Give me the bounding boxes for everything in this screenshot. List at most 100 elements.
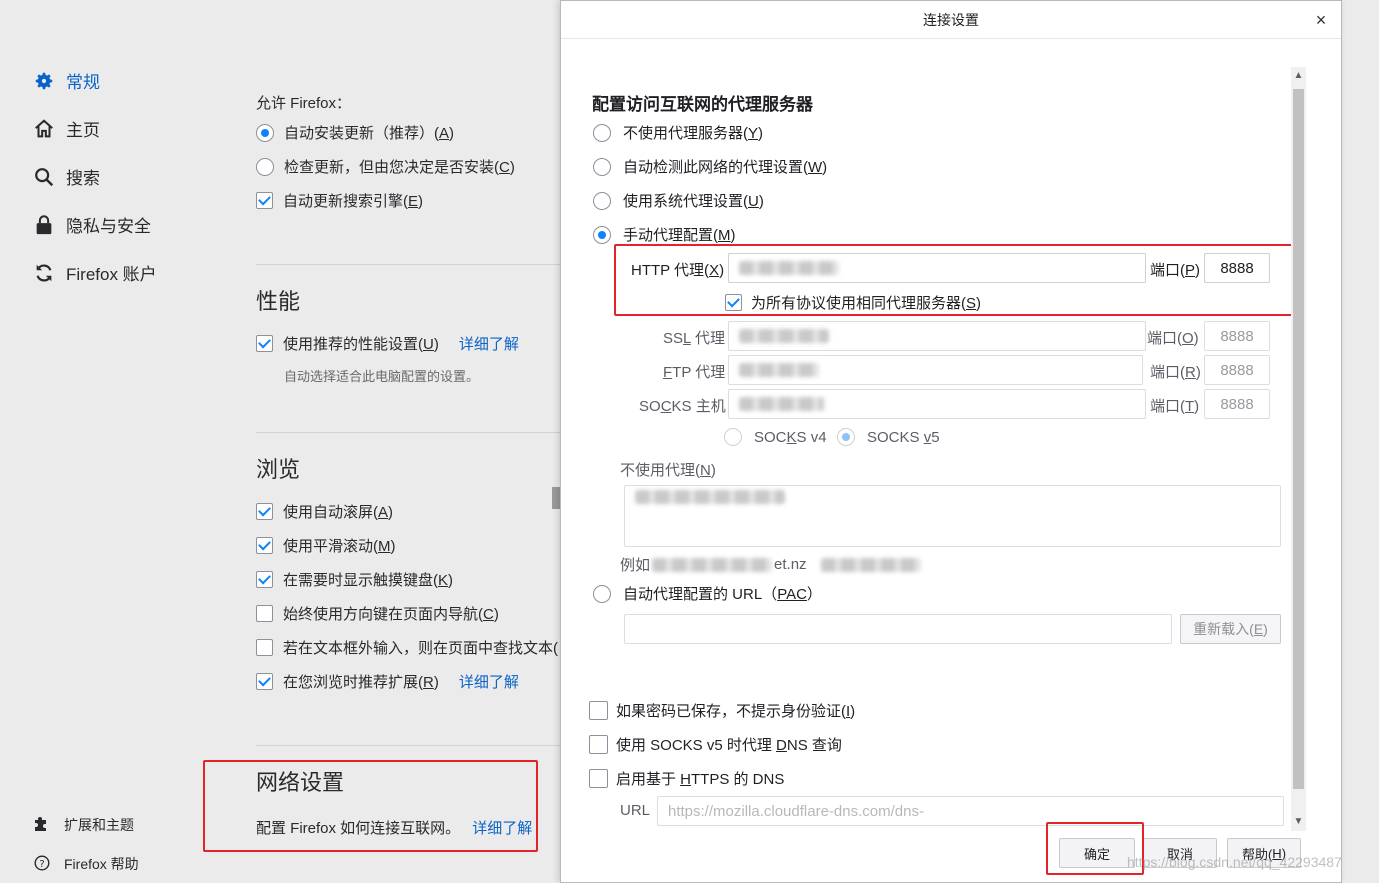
connection-settings-dialog: 连接设置 × 配置访问互联网的代理服务器 不使用代理服务器(Y) 自动检测此网络… [560, 0, 1342, 883]
no-proxy-for-label: 不使用代理(N) [620, 462, 716, 479]
auto-update-search-option[interactable]: 自动更新搜索引擎(E) [256, 190, 423, 211]
sidebar-item-search[interactable]: 搜索 [32, 164, 100, 189]
system-proxy-option[interactable]: 使用系统代理设置(U) [593, 190, 764, 211]
scroll-thumb[interactable] [1293, 89, 1304, 789]
update-check-option[interactable]: 检查更新，但由您决定是否安装(C) [256, 156, 515, 177]
socks-port-label: 端口(T) [1150, 398, 1200, 415]
example-text: 例如 et.nz [620, 554, 921, 575]
home-icon [32, 117, 56, 141]
highlight-box-network [203, 760, 538, 852]
browsing-title: 浏览 [256, 457, 301, 482]
update-check-radio[interactable] [256, 157, 274, 176]
pac-url-input[interactable] [624, 614, 1172, 644]
sidebar-item-label: 常规 [66, 73, 100, 92]
browsing-checkbox[interactable] [256, 537, 273, 554]
browsing-checkbox[interactable] [256, 639, 273, 656]
help-icon: ? [34, 854, 50, 874]
no-proxy-radio[interactable] [593, 123, 611, 142]
dialog-scrollbar[interactable]: ▲ ▼ [1291, 67, 1306, 831]
ftp-proxy-label: FTP 代理 [663, 364, 726, 381]
scroll-down-icon[interactable]: ▼ [1291, 813, 1306, 831]
divider [256, 432, 566, 433]
auto-detect-radio[interactable] [593, 157, 611, 176]
socks-host-label: SOCKS 主机 [639, 398, 726, 415]
no-proxy-textarea[interactable] [624, 485, 1281, 547]
sidebar-item-label: 搜索 [66, 169, 100, 188]
socks-v4-radio[interactable] [724, 428, 742, 446]
reload-button[interactable]: 重新载入(E) [1180, 614, 1281, 644]
socks-dns-option[interactable]: 使用 SOCKS v5 时代理 DNS 查询 [589, 734, 842, 755]
ssl-proxy-input[interactable] [728, 321, 1146, 351]
no-proxy-option[interactable]: 不使用代理服务器(Y) [593, 122, 763, 143]
pac-option[interactable]: 自动代理配置的 URL（PAC） [593, 583, 822, 604]
browsing-option[interactable]: 若在文本框外输入，则在页面中查找文本( [256, 637, 558, 658]
sidebar-item-help[interactable]: ? Firefox 帮助 [34, 854, 139, 874]
ssl-port-input[interactable]: 8888 [1204, 321, 1270, 351]
browsing-checkbox[interactable] [256, 605, 273, 622]
browsing-option[interactable]: 在您浏览时推荐扩展(R) 详细了解 [256, 671, 519, 692]
browsing-checkbox[interactable] [256, 673, 273, 690]
sidebar-item-sync[interactable]: Firefox 账户 [32, 260, 157, 285]
system-proxy-radio[interactable] [593, 191, 611, 210]
socks-dns-checkbox[interactable] [589, 735, 608, 754]
ssl-port-label: 端口(O) [1147, 330, 1199, 347]
close-icon[interactable]: × [1311, 10, 1331, 30]
socks-v4-option[interactable]: SOCKS v4 [724, 428, 827, 446]
ftp-port-input[interactable]: 8888 [1204, 355, 1270, 385]
svg-text:?: ? [39, 859, 44, 870]
sync-icon [32, 261, 56, 285]
socks-host-input[interactable] [728, 389, 1146, 419]
sidebar-item-general[interactable]: 常规 [32, 68, 100, 93]
lock-icon [32, 213, 56, 237]
divider [256, 264, 566, 265]
performance-learn-more-link[interactable]: 详细了解 [459, 333, 519, 354]
extensions-learn-more-link[interactable]: 详细了解 [459, 671, 519, 692]
auto-detect-option[interactable]: 自动检测此网络的代理设置(W) [593, 156, 827, 177]
https-dns-option[interactable]: 启用基于 HTTPS 的 DNS [589, 768, 784, 789]
socks-port-input[interactable]: 8888 [1204, 389, 1270, 419]
highlight-box-http [614, 244, 1298, 316]
browsing-option[interactable]: 使用自动滚屏(A) [256, 501, 393, 522]
search-icon [32, 165, 56, 189]
divider [256, 745, 566, 746]
dns-url-label: URL [620, 802, 651, 819]
manual-proxy-radio[interactable] [593, 225, 611, 244]
performance-hint: 自动选择适合此电脑配置的设置。 [284, 369, 480, 384]
gear-icon [32, 69, 56, 93]
auto-update-search-checkbox[interactable] [256, 192, 273, 209]
browsing-option[interactable]: 始终使用方向键在页面内导航(C) [256, 603, 499, 624]
ftp-proxy-input[interactable] [728, 355, 1143, 385]
puzzle-icon [34, 816, 50, 835]
scroll-up-icon[interactable]: ▲ [1291, 67, 1306, 85]
proxy-heading: 配置访问互联网的代理服务器 [592, 95, 813, 114]
performance-title: 性能 [256, 289, 301, 314]
ssl-proxy-label: SSL 代理 [663, 330, 725, 347]
update-auto-option[interactable]: 自动安装更新（推荐）(A) [256, 122, 454, 143]
browsing-option[interactable]: 使用平滑滚动(M) [256, 535, 396, 556]
no-auth-prompt-option[interactable]: 如果密码已保存，不提示身份验证(I) [589, 700, 855, 721]
dialog-title: 连接设置 [561, 1, 1341, 39]
socks-v5-option[interactable]: SOCKS v5 [837, 428, 940, 446]
socks-v5-radio[interactable] [837, 428, 855, 446]
performance-recommended-checkbox[interactable] [256, 335, 273, 352]
sidebar-item-addons[interactable]: 扩展和主题 [34, 815, 134, 835]
sidebar-item-label: Firefox 账户 [66, 265, 157, 284]
browsing-checkbox[interactable] [256, 503, 273, 520]
sidebar-item-label: Firefox 帮助 [64, 856, 139, 872]
browsing-checkbox[interactable] [256, 571, 273, 588]
ftp-port-label: 端口(R) [1150, 364, 1201, 381]
performance-recommended-option[interactable]: 使用推荐的性能设置(U) 详细了解 [256, 333, 519, 354]
update-auto-radio[interactable] [256, 123, 274, 142]
sidebar-item-home[interactable]: 主页 [32, 116, 100, 141]
dns-url-input[interactable]: https://mozilla.cloudflare-dns.com/dns- [657, 796, 1284, 826]
https-dns-checkbox[interactable] [589, 769, 608, 788]
sidebar-item-privacy[interactable]: 隐私与安全 [32, 212, 151, 237]
pac-radio[interactable] [593, 584, 611, 603]
no-auth-prompt-checkbox[interactable] [589, 701, 608, 720]
sidebar-item-label: 主页 [66, 121, 100, 140]
manual-proxy-option[interactable]: 手动代理配置(M) [593, 224, 736, 245]
allow-firefox-label: 允许 Firefox： [256, 95, 352, 112]
watermark: https://blog.csdn.net/qq_42293487 [1127, 854, 1342, 870]
sidebar-item-label: 扩展和主题 [64, 817, 134, 833]
browsing-option[interactable]: 在需要时显示触摸键盘(K) [256, 569, 453, 590]
